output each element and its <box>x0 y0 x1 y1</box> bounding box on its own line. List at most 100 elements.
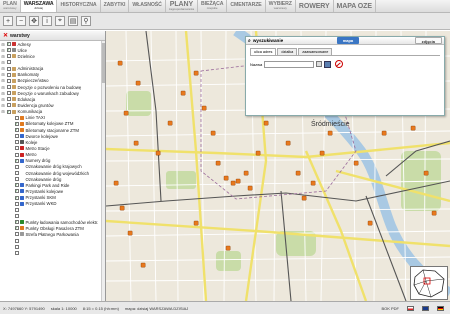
ztm-marker-icon[interactable] <box>410 125 416 131</box>
ztm-marker-icon[interactable] <box>180 90 186 96</box>
expand-icon[interactable]: ⊞ <box>1 48 5 53</box>
ztm-marker-icon[interactable] <box>215 160 221 166</box>
top-tab-6[interactable]: BIEŻĄCA miejskie <box>198 0 228 12</box>
ztm-marker-icon[interactable] <box>167 120 173 126</box>
ztm-marker-icon[interactable] <box>225 245 231 251</box>
expand-icon[interactable]: ⊞ <box>1 78 5 83</box>
layer-checkbox[interactable]: ✓ <box>14 226 19 231</box>
expand-icon[interactable]: ⊞ <box>1 72 5 77</box>
layer-checkbox[interactable] <box>14 238 19 243</box>
layer-checkbox[interactable] <box>14 232 19 237</box>
ztm-marker-icon[interactable] <box>255 150 261 156</box>
ztm-marker-icon[interactable] <box>263 120 269 126</box>
top-tab-2[interactable]: HISTORYCZNA <box>57 0 101 12</box>
close-icon[interactable]: ✕ <box>3 32 8 39</box>
flag-pl-icon[interactable] <box>407 305 414 311</box>
expand-icon[interactable]: ⊞ <box>1 97 5 102</box>
expand-icon[interactable]: ⊞ <box>1 60 5 65</box>
ztm-marker-icon[interactable] <box>155 150 161 156</box>
ztm-marker-icon[interactable] <box>123 110 129 116</box>
layer-checkbox[interactable] <box>6 97 11 102</box>
ztm-marker-icon[interactable] <box>295 170 301 176</box>
tab-parcel[interactable]: działka <box>277 48 298 55</box>
ztm-marker-icon[interactable] <box>243 170 249 176</box>
layer-checkbox[interactable] <box>6 60 11 65</box>
top-tab-4[interactable]: WŁASNOŚĆ <box>129 0 166 12</box>
layer-checkbox[interactable]: ✓ <box>6 109 11 114</box>
flag-de-icon[interactable] <box>437 305 444 311</box>
layer-checkbox[interactable]: ✓ <box>14 183 19 188</box>
layer-checkbox[interactable]: ✓ <box>6 48 11 53</box>
layer-checkbox[interactable] <box>14 250 19 255</box>
layer-checkbox[interactable] <box>6 72 11 77</box>
top-tab-5[interactable]: PLANY zagospodarowania <box>166 0 199 12</box>
ztm-marker-icon[interactable] <box>423 170 429 176</box>
top-tab-7[interactable]: CMENTARZE <box>227 0 266 12</box>
tab-advanced[interactable]: zaawansowane <box>298 48 333 55</box>
link-icon[interactable]: ⚲ <box>81 16 91 26</box>
layer-checkbox[interactable] <box>14 115 19 120</box>
ztm-marker-icon[interactable] <box>301 195 307 201</box>
tab-zdjecia[interactable]: zdjęcia <box>414 37 442 44</box>
layer-checkbox[interactable] <box>6 66 11 71</box>
layer-checkbox[interactable] <box>6 54 11 59</box>
layer-checkbox[interactable] <box>6 91 11 96</box>
sidebar-scrollbar[interactable] <box>101 41 105 301</box>
ztm-marker-icon[interactable] <box>223 175 229 181</box>
ztm-marker-icon[interactable] <box>193 220 199 226</box>
pan-icon[interactable]: ✥ <box>29 16 39 26</box>
clear-search-icon[interactable] <box>335 60 344 68</box>
layer-checkbox[interactable]: ✓ <box>6 42 11 47</box>
ztm-marker-icon[interactable] <box>381 130 387 136</box>
zoom-out-icon[interactable]: − <box>16 16 26 26</box>
layer-checkbox[interactable] <box>14 140 19 145</box>
ztm-marker-icon[interactable] <box>127 230 133 236</box>
layer-checkbox[interactable] <box>14 201 19 206</box>
layer-row[interactable] <box>0 250 105 256</box>
tab-mapa[interactable]: mapa <box>336 37 360 44</box>
layer-checkbox[interactable] <box>14 134 19 139</box>
layer-checkbox[interactable]: ✓ <box>14 220 19 225</box>
ztm-marker-icon[interactable] <box>367 220 373 226</box>
layer-checkbox[interactable] <box>14 214 19 218</box>
layer-checkbox[interactable]: ✓ <box>14 158 19 163</box>
measure-icon[interactable]: ⌖ <box>55 16 65 26</box>
ztm-marker-icon[interactable] <box>113 180 119 186</box>
ztm-marker-icon[interactable] <box>310 180 316 186</box>
ztm-marker-icon[interactable] <box>193 70 199 76</box>
layer-checkbox[interactable]: ✓ <box>14 128 19 133</box>
ztm-marker-icon[interactable] <box>235 178 241 184</box>
layer-checkbox[interactable] <box>6 78 11 83</box>
top-tab-8[interactable]: Wybierz Warszawy <box>266 0 296 12</box>
layer-checkbox[interactable] <box>14 244 19 249</box>
expand-icon[interactable]: ⊞ <box>1 91 5 96</box>
layer-checkbox[interactable] <box>6 103 11 108</box>
layer-checkbox[interactable] <box>14 177 19 182</box>
layer-checkbox[interactable] <box>14 152 19 157</box>
ztm-marker-icon[interactable] <box>353 160 359 166</box>
expand-icon[interactable]: ⊞ <box>1 103 5 108</box>
ztm-marker-icon[interactable] <box>230 180 236 186</box>
expand-icon[interactable]: ⊞ <box>1 85 5 90</box>
search-option-button[interactable] <box>316 61 323 67</box>
layer-checkbox[interactable] <box>14 146 19 151</box>
search-input[interactable] <box>264 60 315 68</box>
layer-checkbox[interactable] <box>14 207 19 212</box>
flag-en-icon[interactable] <box>422 305 429 311</box>
layer-checkbox[interactable]: ✓ <box>14 189 19 194</box>
top-tab-1[interactable]: WARSZAWA dzisiaj <box>20 0 58 12</box>
top-tab-3[interactable]: ZABYTKI <box>101 0 130 12</box>
zoom-in-icon[interactable]: + <box>3 16 13 26</box>
ztm-marker-icon[interactable] <box>133 140 139 146</box>
info-icon[interactable]: i <box>42 16 52 26</box>
print-icon[interactable]: ▤ <box>68 16 78 26</box>
search-go-button[interactable] <box>324 60 332 68</box>
top-tab-9[interactable]: ROWERY <box>296 0 334 12</box>
ztm-marker-icon[interactable] <box>117 60 123 66</box>
ztm-marker-icon[interactable] <box>210 130 216 136</box>
layer-checkbox[interactable] <box>6 85 11 90</box>
ztm-marker-icon[interactable] <box>247 185 253 191</box>
scrollbar-thumb[interactable] <box>102 43 105 83</box>
ztm-marker-icon[interactable] <box>319 150 325 156</box>
expand-icon[interactable]: ⊞ <box>1 54 5 59</box>
